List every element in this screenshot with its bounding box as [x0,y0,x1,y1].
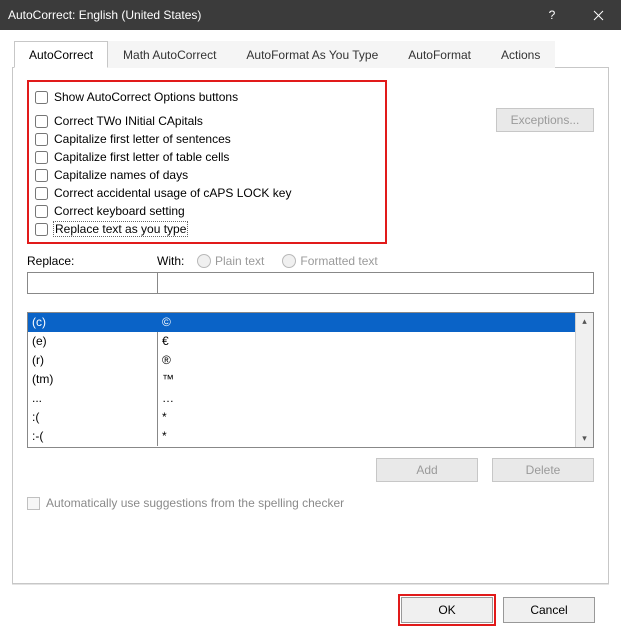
table-row[interactable]: :-(* [28,427,575,446]
tab-autoformat-as-you-type[interactable]: AutoFormat As You Type [231,41,393,68]
table-row[interactable]: ...… [28,389,575,408]
checkbox-show-options[interactable] [35,91,48,104]
dialog-footer: OK Cancel [12,584,609,635]
grid-scrollbar[interactable]: ▴ ▾ [575,313,593,447]
scroll-up-icon[interactable]: ▴ [576,313,593,330]
table-row[interactable]: (r)® [28,351,575,370]
tab-actions[interactable]: Actions [486,41,555,68]
radio-formatted-text: Formatted text [282,254,377,268]
table-row[interactable]: :(* [28,408,575,427]
autocorrect-dialog: AutoCorrect: English (United States) ? A… [0,0,621,635]
table-row[interactable]: (tm)™ [28,370,575,389]
close-button[interactable] [575,0,621,30]
tab-strip: AutoCorrect Math AutoCorrect AutoFormat … [12,40,609,68]
checkbox-cap-days[interactable] [35,169,48,182]
help-icon: ? [549,8,556,22]
label-two-initial-caps: Correct TWo INitial CApitals [54,114,203,128]
label-cap-days: Capitalize names of days [54,168,188,182]
replacement-grid[interactable]: (c)©(e)€(r)®(tm)™...…:(*:-(* ▴ ▾ [27,312,594,448]
replace-label: Replace: [27,254,157,268]
replace-input[interactable] [27,272,157,294]
label-auto-suggestions: Automatically use suggestions from the s… [46,496,344,510]
delete-button: Delete [492,458,594,482]
exceptions-button: Exceptions... [496,108,594,132]
tab-math-autocorrect[interactable]: Math AutoCorrect [108,41,231,68]
table-row[interactable]: (e)€ [28,332,575,351]
help-button[interactable]: ? [529,0,575,30]
cell-from: (tm) [28,370,158,389]
with-input[interactable] [157,272,594,294]
cell-to: € [158,332,575,351]
radio-plain-text-label: Plain text [215,254,264,268]
cell-to: * [158,427,575,446]
dialog-title: AutoCorrect: English (United States) [8,8,201,22]
tab-autoformat[interactable]: AutoFormat [393,41,486,68]
cell-to: … [158,389,575,408]
label-replace-text: Replace text as you type [54,222,187,236]
radio-formatted-text-label: Formatted text [300,254,377,268]
label-show-options: Show AutoCorrect Options buttons [54,90,238,104]
radio-icon [197,254,211,268]
titlebar: AutoCorrect: English (United States) ? [0,0,621,30]
cell-from: (c) [28,313,158,332]
checkbox-replace-text[interactable] [35,223,48,236]
label-caps-lock: Correct accidental usage of cAPS LOCK ke… [54,186,291,200]
options-highlight-box: Show AutoCorrect Options buttons Correct… [27,80,387,244]
checkbox-cap-sentences[interactable] [35,133,48,146]
checkbox-keyboard-setting[interactable] [35,205,48,218]
radio-plain-text: Plain text [197,254,264,268]
checkbox-two-initial-caps[interactable] [35,115,48,128]
autocorrect-panel: Show AutoCorrect Options buttons Correct… [12,68,609,584]
cell-from: (e) [28,332,158,351]
cell-to: ™ [158,370,575,389]
checkbox-cap-table-cells[interactable] [35,151,48,164]
with-label: With: [157,254,197,268]
cell-from: ... [28,389,158,408]
checkbox-caps-lock[interactable] [35,187,48,200]
scroll-down-icon[interactable]: ▾ [576,430,593,447]
cell-from: :( [28,408,158,427]
ok-button[interactable]: OK [401,597,493,623]
cell-to: ® [158,351,575,370]
cell-to: © [158,313,575,332]
cell-from: (r) [28,351,158,370]
table-row[interactable]: (c)© [28,313,575,332]
label-keyboard-setting: Correct keyboard setting [54,204,185,218]
cancel-button[interactable]: Cancel [503,597,595,623]
cell-from: :-( [28,427,158,446]
add-button: Add [376,458,478,482]
radio-icon [282,254,296,268]
label-cap-sentences: Capitalize first letter of sentences [54,132,231,146]
checkbox-auto-suggestions [27,497,40,510]
close-icon [593,10,604,21]
cell-to: * [158,408,575,427]
label-cap-table-cells: Capitalize first letter of table cells [54,150,229,164]
tab-autocorrect[interactable]: AutoCorrect [14,41,108,68]
